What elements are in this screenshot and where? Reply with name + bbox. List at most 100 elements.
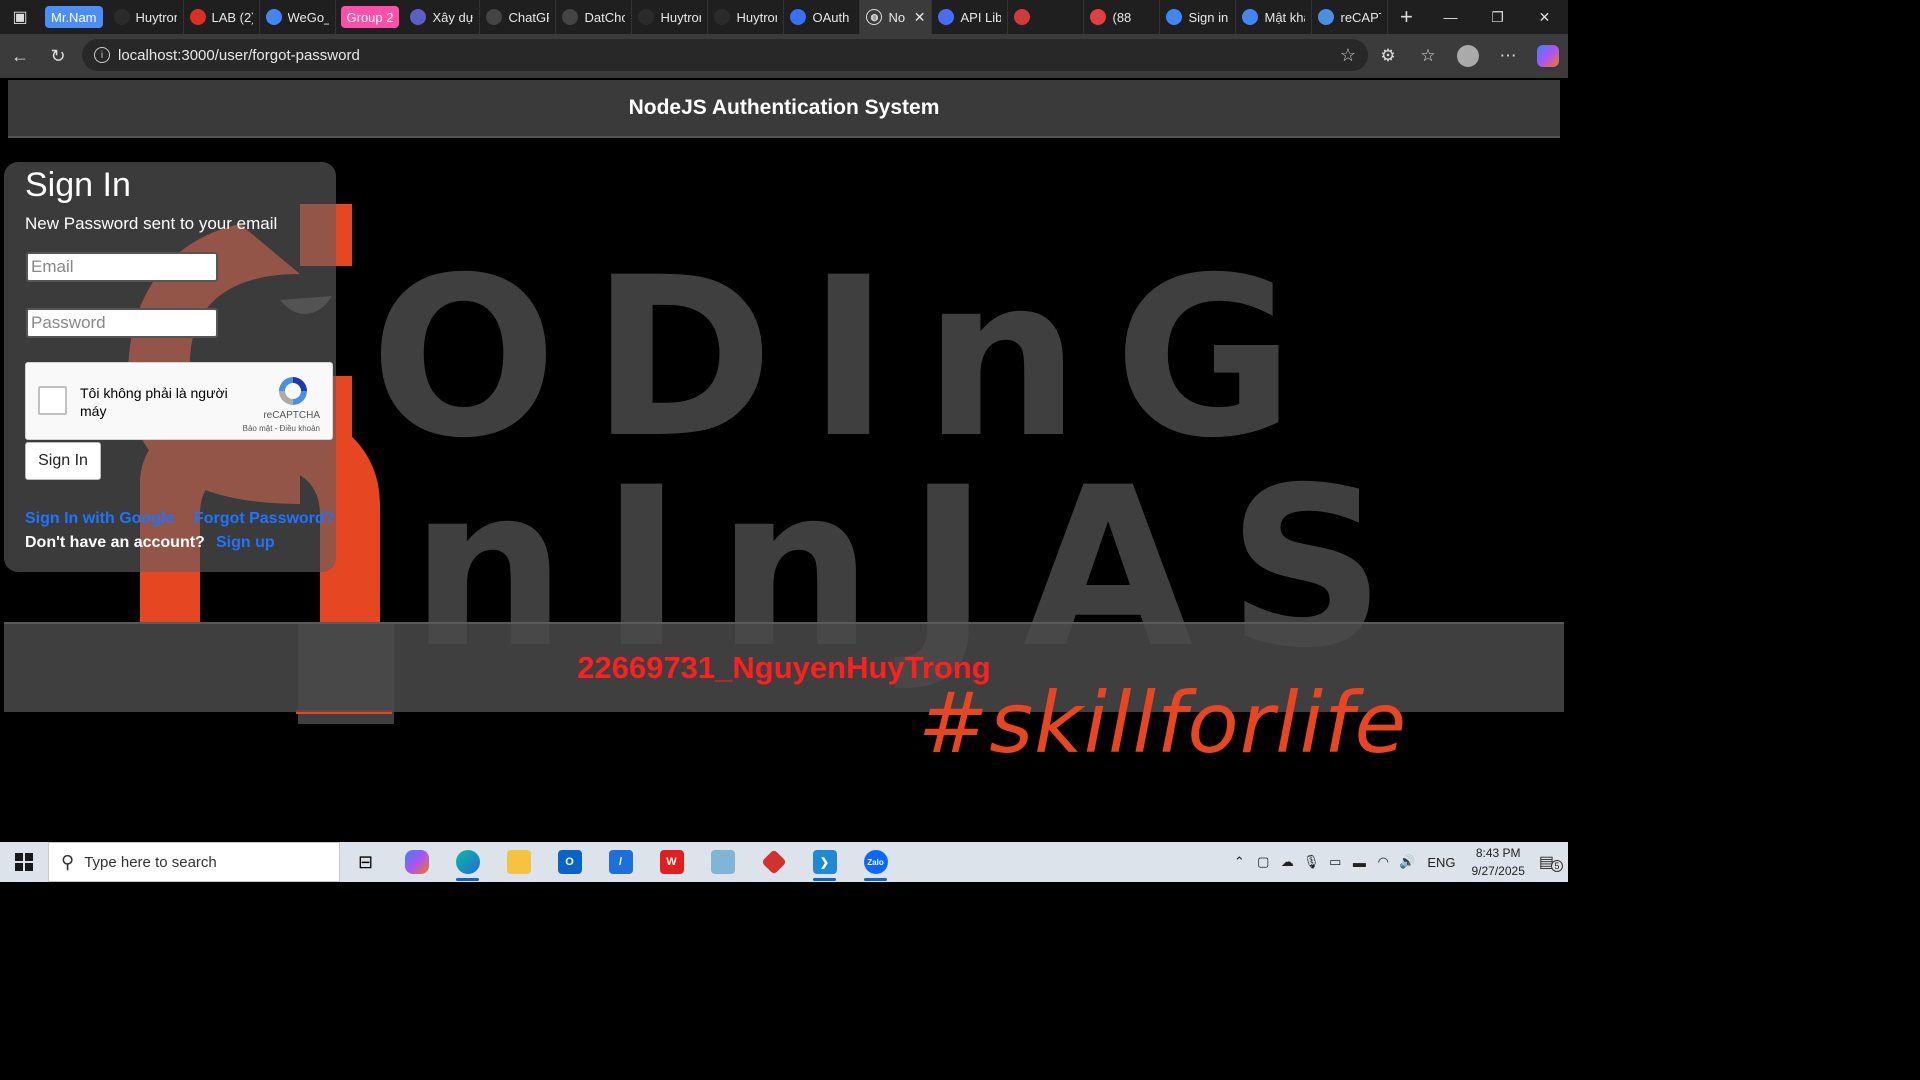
- taskbar-wps[interactable]: W: [646, 842, 697, 882]
- forgot-password-link[interactable]: Forgot Password?: [194, 510, 334, 528]
- signin-card: Sign In New Password sent to your email …: [4, 162, 336, 572]
- monitor-icon[interactable]: ▭: [1323, 854, 1347, 870]
- microphone-icon[interactable]: 🎙: [1299, 854, 1323, 870]
- extensions-icon[interactable]: ⚙: [1368, 38, 1408, 74]
- url-text: localhost:3000/user/forgot-password: [118, 46, 360, 64]
- browser-tab[interactable]: Huytron: [108, 0, 184, 34]
- address-bar[interactable]: i localhost:3000/user/forgot-password ☆: [82, 39, 1368, 71]
- browser-tab[interactable]: DatCho: [556, 0, 633, 34]
- restore-button[interactable]: ❐: [1474, 0, 1521, 34]
- site-title: NodeJS Authentication System: [628, 96, 940, 119]
- tab-group-2[interactable]: Group 2: [340, 6, 400, 28]
- edge-icon: [455, 850, 480, 874]
- password-input[interactable]: [26, 308, 218, 338]
- tab-label: DatCho: [584, 9, 626, 25]
- profile-avatar[interactable]: [1448, 38, 1488, 74]
- taskbar-file-explorer[interactable]: [493, 842, 544, 882]
- app-icon: [410, 9, 427, 25]
- tab-actions-icon[interactable]: ▣: [0, 0, 40, 34]
- reload-button[interactable]: ↻: [40, 38, 76, 74]
- browser-tab[interactable]: Sign in: [1160, 0, 1237, 34]
- site-header: NodeJS Authentication System: [8, 80, 1560, 138]
- taskbar-git-tool[interactable]: [748, 842, 799, 882]
- back-button[interactable]: ←: [2, 38, 38, 74]
- more-menu-icon[interactable]: ⋯: [1488, 38, 1528, 74]
- folder-icon: [506, 850, 531, 874]
- volume-icon[interactable]: 🔊: [1395, 854, 1419, 870]
- browser-tab[interactable]: LAB (2): [184, 0, 260, 34]
- pdf-icon: [189, 9, 206, 25]
- tab-label: ChatGP: [508, 9, 549, 25]
- browser-tab[interactable]: Huytron: [708, 0, 785, 34]
- browser-tab[interactable]: API Libr: [932, 0, 1009, 34]
- recaptcha-checkbox[interactable]: [38, 386, 67, 415]
- browser-tab[interactable]: ChatGP: [480, 0, 557, 34]
- email-input[interactable]: [26, 252, 218, 282]
- browser-tab[interactable]: [1008, 0, 1085, 34]
- taskbar-app-blue[interactable]: /: [595, 842, 646, 882]
- record-icon: [1090, 9, 1107, 25]
- docs-icon: [265, 9, 282, 25]
- close-tab-icon[interactable]: ✕: [914, 9, 926, 26]
- browser-tab[interactable]: WeGo_u: [260, 0, 336, 34]
- language-indicator[interactable]: ENG: [1427, 855, 1455, 870]
- new-tab-button[interactable]: +: [1388, 0, 1424, 34]
- web-page: NodeJS Authentication System ODInG nInJA…: [0, 78, 1568, 842]
- tab-label: Huytron: [660, 9, 702, 25]
- tab-group-mr-nam[interactable]: Mr.Nam: [45, 6, 103, 28]
- copilot-icon: [404, 850, 429, 874]
- windows-taskbar: ⚲ Type here to search ⊟ O / W ❯ Zalo ⌃ ▢…: [0, 842, 1568, 882]
- shield-icon: [790, 9, 807, 25]
- copilot-icon[interactable]: [1528, 38, 1568, 74]
- taskbar-notepad[interactable]: [697, 842, 748, 882]
- no-account-text: Don't have an account?: [25, 534, 205, 551]
- google-signin-link[interactable]: Sign In with Google: [25, 510, 174, 528]
- battery-icon[interactable]: ▬: [1347, 855, 1371, 870]
- cloud-icon[interactable]: ☁: [1275, 854, 1299, 870]
- tab-active[interactable]: ◍ No ✕: [860, 0, 933, 34]
- taskbar-outlook[interactable]: O: [544, 842, 595, 882]
- browser-toolbar: ← ↻ i localhost:3000/user/forgot-passwor…: [0, 34, 1568, 78]
- recaptcha-icon: [1318, 9, 1335, 25]
- clock[interactable]: 8:43 PM 9/27/2025: [1471, 844, 1524, 880]
- git-icon: [760, 849, 787, 875]
- 888-icon: [1014, 9, 1031, 25]
- clock-date: 9/27/2025: [1471, 864, 1525, 878]
- github-icon: [638, 9, 655, 25]
- task-view-button[interactable]: ⊟: [340, 842, 391, 882]
- favorite-star-icon[interactable]: ☆: [1340, 45, 1356, 66]
- globe-icon: ◍: [866, 9, 883, 25]
- taskbar-vscode[interactable]: ❯: [799, 842, 850, 882]
- tab-group-label: Group 2: [346, 9, 394, 25]
- minimize-button[interactable]: —: [1427, 0, 1474, 34]
- signin-title: Sign In: [25, 166, 131, 204]
- browser-tab[interactable]: reCAPT: [1312, 0, 1389, 34]
- task-view-icon: ⊟: [357, 851, 374, 872]
- signup-link[interactable]: Sign up: [216, 534, 275, 552]
- browser-tab[interactable]: OAuth (: [784, 0, 861, 34]
- taskbar-zalo[interactable]: Zalo: [850, 842, 901, 882]
- taskbar-edge[interactable]: [442, 842, 493, 882]
- chevron-up-icon[interactable]: ⌃: [1227, 854, 1251, 870]
- device-icon[interactable]: ▢: [1251, 854, 1275, 870]
- tab-group-label: Mr.Nam: [51, 9, 97, 25]
- taskbar-copilot[interactable]: [391, 842, 442, 882]
- notification-center[interactable]: ▤ 5: [1539, 852, 1563, 872]
- favorites-icon[interactable]: ☆: [1408, 38, 1448, 74]
- tab-label: Huytron: [135, 9, 177, 25]
- browser-tab[interactable]: Mật khẩ: [1236, 0, 1313, 34]
- signin-button[interactable]: Sign In: [25, 442, 101, 480]
- recaptcha-terms-link[interactable]: Bảo mật - Điều khoản: [243, 424, 320, 433]
- zalo-icon: Zalo: [863, 850, 888, 874]
- site-info-icon[interactable]: i: [94, 47, 110, 63]
- system-tray: ⌃ ▢ ☁ 🎙 ▭ ▬ ◠ 🔊 ENG 8:43 PM 9/27/2025 ▤ 5: [1227, 842, 1568, 882]
- recaptcha-brand: reCAPTCHA: [263, 410, 320, 421]
- close-window-button[interactable]: ✕: [1521, 0, 1568, 34]
- taskbar-search-box[interactable]: ⚲ Type here to search: [48, 842, 340, 882]
- wifi-icon[interactable]: ◠: [1371, 854, 1395, 870]
- recaptcha-icon: [279, 377, 307, 405]
- browser-tab[interactable]: (88: [1084, 0, 1161, 34]
- browser-tab[interactable]: Huytron: [632, 0, 709, 34]
- start-button[interactable]: [0, 842, 48, 882]
- browser-tab[interactable]: Xây dựn: [404, 0, 481, 34]
